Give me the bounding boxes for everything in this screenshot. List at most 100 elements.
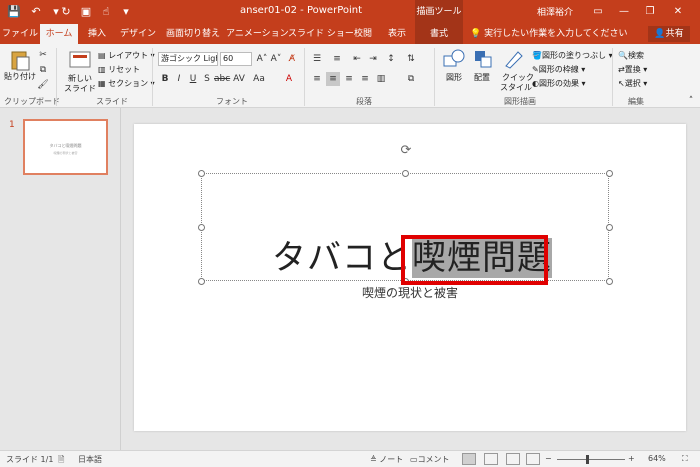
underline-icon[interactable]: U [186,72,200,86]
tab-file[interactable]: ファイル [2,24,38,44]
change-case-icon[interactable]: Aa [252,72,266,86]
reset-button[interactable]: ▥ リセット [98,64,140,75]
strikethrough-icon[interactable]: abc [214,72,230,86]
resize-handle[interactable] [198,224,205,231]
ribbon-separator [434,48,435,106]
new-slide-icon[interactable] [68,50,92,72]
tab-animations[interactable]: アニメーション [226,24,289,44]
comments-button[interactable]: ▭コメント [410,454,450,465]
format-painter-icon[interactable]: 🖌 [36,78,50,92]
outline-icon: ✎ [532,65,539,74]
quick-styles-label-2[interactable]: スタイル [500,82,532,93]
resize-handle[interactable] [402,170,409,177]
tab-format[interactable]: 書式 [415,24,463,44]
resize-handle[interactable] [198,170,205,177]
tell-me-box[interactable]: 💡 実行したい作業を入力してください [470,24,628,44]
effects-icon: ◐ [532,79,539,88]
tab-home[interactable]: ホーム [40,24,78,44]
language-status[interactable]: 日本語 [78,454,102,465]
shape-outline-button[interactable]: ✎図形の枠線 ▾ [532,64,585,75]
tab-review[interactable]: 校閲 [348,24,378,44]
customize-icon[interactable]: ▾ [118,4,134,20]
fit-slide-icon[interactable]: ⛶ [682,454,688,464]
zoom-slider[interactable] [557,459,625,460]
tab-transitions[interactable]: 画面切り替え [164,24,222,44]
touch-icon[interactable]: ☝ [98,4,114,20]
line-spacing-icon[interactable]: ↕ [384,52,398,66]
font-name-select[interactable]: 游ゴシック Ligh [158,52,218,66]
slide-subtitle[interactable]: 喫煙の現状と被害 [134,284,686,301]
redo-icon[interactable]: ↻ [58,4,74,20]
shapes-icon[interactable] [442,48,466,70]
layout-button[interactable]: ▤ レイアウト ▾ [98,50,155,61]
smartart-icon[interactable]: ⧉ [404,72,418,86]
share-button[interactable]: 👤共有 [648,26,690,42]
font-color-icon[interactable]: A [282,72,296,86]
shape-effects-button[interactable]: ◐図形の効果 ▾ [532,78,586,89]
paste-icon[interactable] [8,49,32,71]
normal-view-icon[interactable] [462,453,476,465]
find-button[interactable]: 🔍検索 [618,50,644,61]
rotate-handle-icon[interactable]: ⟳ [399,144,413,158]
slideshow-view-icon[interactable] [526,453,540,465]
shrink-font-icon[interactable]: A˅ [269,52,283,66]
zoom-slider-thumb[interactable] [586,455,589,464]
italic-icon[interactable]: I [172,72,186,86]
paste-button[interactable]: 貼り付け [4,71,36,82]
font-size-select[interactable]: 60 [220,52,252,66]
spacing-icon[interactable]: AV [232,72,246,86]
shape-fill-button[interactable]: 🪣図形の塗りつぶし ▾ [532,50,613,61]
undo-icon[interactable]: ↶ [28,4,44,20]
slide-sorter-icon[interactable] [484,453,498,465]
tab-insert[interactable]: 挿入 [82,24,112,44]
arrange-label[interactable]: 配置 [474,72,490,83]
align-center-icon[interactable]: ≡ [326,72,340,86]
collapse-ribbon-icon[interactable]: ˄ [684,94,698,108]
increase-indent-icon[interactable]: ⇥ [366,52,380,66]
new-slide-label-2[interactable]: スライド [64,83,96,94]
quick-styles-icon[interactable] [502,48,526,70]
select-button[interactable]: ↖選択 ▾ [618,78,647,89]
numbering-icon[interactable]: ≡ [330,52,344,66]
tab-design[interactable]: デザイン [116,24,160,44]
context-tools-label: 描画ツール [415,0,463,24]
align-left-icon[interactable]: ≡ [310,72,324,86]
bold-icon[interactable]: B [158,72,172,86]
columns-icon[interactable]: ▥ [374,72,388,86]
ribbon-display-options-icon[interactable]: ▭ [590,4,606,20]
cut-icon[interactable]: ✂ [36,48,50,62]
section-button[interactable]: ▦ セクション ▾ [98,78,155,89]
ribbon-separator [152,48,153,106]
zoom-level[interactable]: 64% [648,454,666,463]
replace-button[interactable]: ⇄置換 ▾ [618,64,647,75]
shadow-icon[interactable]: S [200,72,214,86]
decrease-indent-icon[interactable]: ⇤ [350,52,364,66]
slide-thumbnail[interactable]: タバコと喫煙問題 喫煙の現状と被害 [23,119,108,175]
ribbon-separator [612,48,613,106]
align-right-icon[interactable]: ≡ [342,72,356,86]
clear-format-icon[interactable]: A̸ [285,52,299,66]
spellcheck-icon[interactable]: 🗎 [58,454,64,467]
shape-fill-label: 図形の塗りつぶし [541,51,607,60]
resize-handle[interactable] [606,170,613,177]
copy-icon[interactable]: ⧉ [36,63,50,77]
zoom-in-icon[interactable]: + [628,454,635,463]
restore-icon[interactable]: ❐ [642,4,658,20]
reading-view-icon[interactable] [506,453,520,465]
zoom-out-icon[interactable]: − [545,454,552,463]
save-icon[interactable]: 💾 [6,4,22,20]
tab-slideshow[interactable]: スライド ショー [288,24,354,44]
resize-handle[interactable] [606,224,613,231]
arrange-icon[interactable] [472,48,496,70]
tab-view[interactable]: 表示 [382,24,412,44]
notes-button[interactable]: ≜ ノート [370,454,403,465]
grow-font-icon[interactable]: A˄ [255,52,269,66]
text-direction-icon[interactable]: ⇅ [404,52,418,66]
minimize-icon[interactable]: — [616,4,632,20]
shapes-label[interactable]: 図形 [446,72,462,83]
user-name[interactable]: 相澤裕介 [537,5,573,18]
close-icon[interactable]: ✕ [670,4,686,20]
present-icon[interactable]: ▣ [78,4,94,20]
bullets-icon[interactable]: ☰ [310,52,324,66]
justify-icon[interactable]: ≡ [358,72,372,86]
